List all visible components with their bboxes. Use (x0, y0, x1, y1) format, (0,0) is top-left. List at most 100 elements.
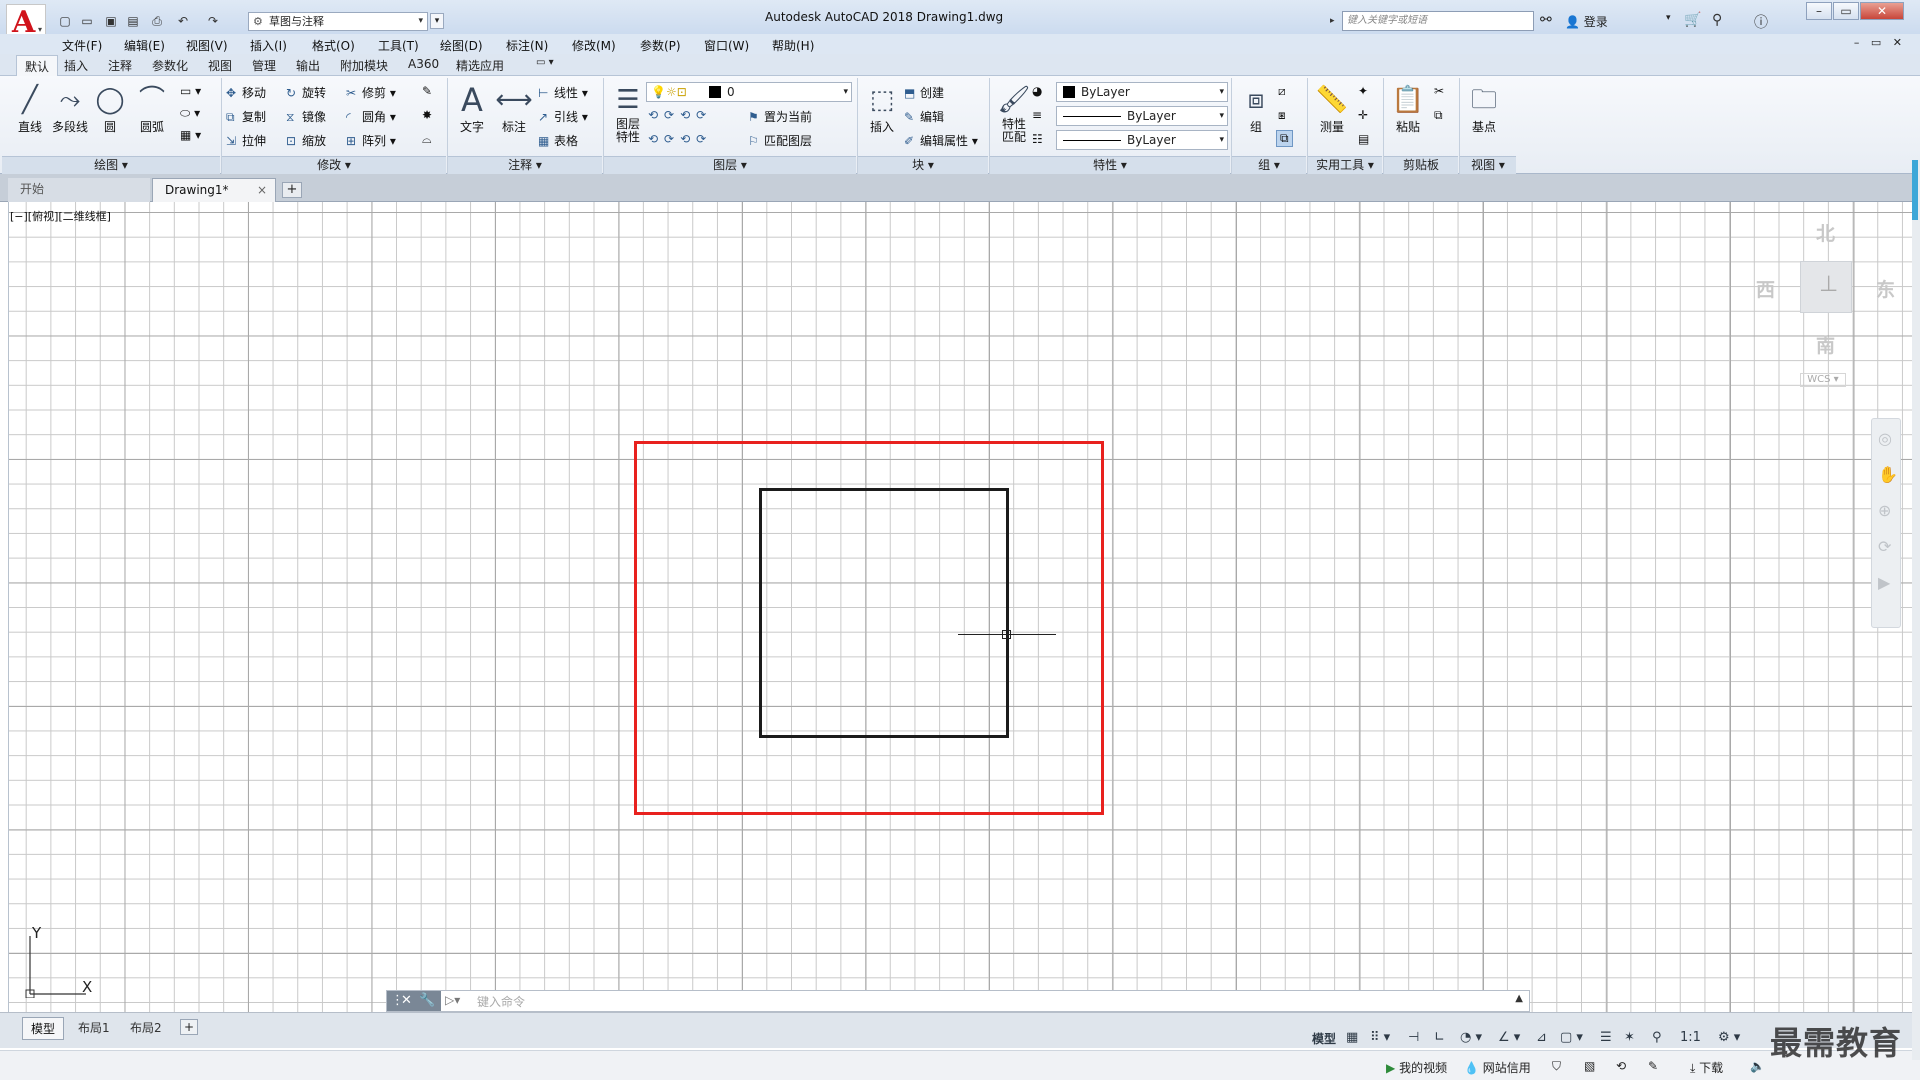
wcs-menu[interactable]: WCS ▾ (1800, 373, 1846, 387)
tab-insert[interactable]: 插入 (64, 57, 88, 74)
layer-properties-button[interactable]: ☰ 图层 特性 (606, 82, 650, 144)
menu-format[interactable]: 格式(O) (312, 37, 355, 54)
object-snap-tracking-icon[interactable]: ∠ ▾ (1498, 1030, 1520, 1045)
erase-icon[interactable]: ✎ (422, 84, 432, 98)
draw-panel-footer[interactable]: 绘图 ▾ (2, 156, 220, 174)
point-icon[interactable]: ✛ (1358, 108, 1368, 122)
my-video-button[interactable]: ▶ 我的视频 (1386, 1059, 1447, 1076)
workspace-select[interactable]: ⚙ 草图与注释 ▾ (248, 12, 428, 31)
utilities-panel-footer[interactable]: 实用工具 ▾ (1308, 156, 1382, 174)
showmotion-icon[interactable]: ▶ (1878, 573, 1890, 592)
save-icon[interactable]: ▣ (102, 13, 120, 29)
sound-icon[interactable]: 🔈 (1750, 1059, 1765, 1073)
text-button[interactable]: A 文字 (450, 82, 494, 135)
tab-a360[interactable]: A360 (408, 57, 439, 71)
customize-quick-access-button[interactable]: ▾ (430, 13, 444, 29)
infer-constraints-icon[interactable]: ⊣ (1408, 1030, 1419, 1045)
tab-parametric[interactable]: 参数化 (152, 57, 188, 74)
table-button[interactable]: ▦ 表格 (538, 132, 578, 149)
tab-featured-apps[interactable]: 精选应用 (456, 57, 504, 74)
menu-window[interactable]: 窗口(W) (704, 37, 749, 54)
ortho-icon[interactable]: ∟ (1434, 1030, 1445, 1045)
leader-button[interactable]: ↗ 引线 ▾ (538, 108, 588, 125)
edit-block-button[interactable]: ✎ 编辑 (904, 108, 944, 125)
status-model-space[interactable]: 模型 (1312, 1030, 1336, 1047)
close-icon[interactable]: × (257, 179, 267, 201)
tab-manage[interactable]: 管理 (252, 57, 276, 74)
block-panel-footer[interactable]: 块 ▾ (858, 156, 988, 174)
wrench-icon[interactable]: 🔧 (419, 993, 435, 1008)
circle-button[interactable]: ◯ 圆 (88, 82, 132, 135)
a360-icon[interactable]: ⚲ (1712, 12, 1722, 28)
array-button[interactable]: ⊞ 阵列 ▾ (346, 132, 396, 149)
layout-tab-2[interactable]: 布局2 (130, 1019, 162, 1036)
line-button[interactable]: ╱ 直线 (8, 82, 52, 135)
black-square[interactable] (759, 488, 1009, 738)
print-icon[interactable]: ⎙ (148, 13, 166, 29)
scrollbar-thumb[interactable] (1912, 160, 1918, 220)
layer-tools-row-1[interactable]: ⟲⟳⟲⟳ (648, 108, 712, 122)
grid-icon[interactable]: ▦ (1346, 1030, 1358, 1045)
tools-icon[interactable]: ✎ (1648, 1059, 1658, 1073)
lineweight-toggle-icon[interactable]: ☰ (1600, 1030, 1612, 1045)
mirror-button[interactable]: ⧖ 镜像 (286, 108, 326, 125)
tab-home[interactable]: 默认 (16, 55, 59, 76)
pan-icon[interactable]: ✋ (1878, 465, 1898, 484)
binoculars-icon[interactable]: ⚯ (1540, 12, 1552, 28)
site-credit-button[interactable]: 💧 网站信用 (1464, 1059, 1531, 1076)
rectangle-icon[interactable]: ▭ ▾ (180, 84, 201, 98)
osnap-icon[interactable]: ⊿ (1536, 1030, 1547, 1045)
polyline-button[interactable]: ⤳ 多段线 (48, 82, 92, 135)
open-file-icon[interactable]: ▭ (78, 13, 96, 29)
close-button[interactable]: ✕ (1860, 2, 1904, 20)
zoom-extents-icon[interactable]: ⊕ (1878, 501, 1891, 520)
dimension-button[interactable]: ⟷ 标注 (492, 82, 536, 135)
tab-annotate[interactable]: 注释 (108, 57, 132, 74)
orbit-icon[interactable]: ⟳ (1878, 537, 1891, 556)
paste-button[interactable]: 📋 粘贴 (1386, 82, 1430, 135)
viewcube-west[interactable]: 西 (1756, 275, 1775, 302)
hatch-icon[interactable]: ▦ ▾ (180, 128, 201, 142)
tab-output[interactable]: 输出 (296, 57, 320, 74)
linetype-select[interactable]: ByLayer ▾ (1056, 106, 1228, 126)
search-input[interactable]: 键入关键字或短语 (1342, 11, 1534, 31)
menu-parametric[interactable]: 参数(P) (640, 37, 681, 54)
color-wheel-icon[interactable]: ◕ (1032, 84, 1042, 98)
tab-view[interactable]: 视图 (208, 57, 232, 74)
chevron-up-icon[interactable]: ▲ (1515, 993, 1523, 1004)
group-edit-icon[interactable]: ⧆ (1278, 108, 1286, 123)
chevron-down-icon[interactable]: ▾ (1666, 13, 1671, 23)
ribbon-minimize-icon[interactable]: ▭ ▾ (536, 57, 554, 68)
edit-attributes-button[interactable]: ✐ 编辑属性 ▾ (904, 132, 978, 149)
new-file-icon[interactable]: ▢ (56, 13, 74, 29)
menu-dimension[interactable]: 标注(N) (506, 37, 548, 54)
redo-icon[interactable]: ↷ (204, 13, 222, 29)
navigation-bar[interactable]: ◎ ✋ ⊕ ⟳ ▶ (1871, 418, 1901, 628)
copy-button[interactable]: ⧉ 复制 (226, 108, 266, 125)
cut-icon[interactable]: ✂ (1434, 84, 1444, 98)
measure-button[interactable]: 📏 测量 (1310, 82, 1354, 135)
modify-panel-footer[interactable]: 修改 ▾ (222, 156, 446, 174)
layers-panel-footer[interactable]: 图层 ▾ (604, 156, 856, 174)
viewport-controls-label[interactable]: [−][俯视][二维线框] (10, 208, 111, 224)
cart-icon[interactable]: 🛒 (1684, 12, 1701, 28)
color-select[interactable]: ByLayer ▾ (1056, 82, 1228, 102)
group-button[interactable]: ⧈ 组 (1234, 82, 1278, 135)
minimize-button[interactable]: – (1806, 2, 1832, 20)
close-icon[interactable]: ✕ (401, 993, 412, 1008)
lineweight-select[interactable]: ByLayer ▾ (1056, 130, 1228, 150)
lineweight-icon[interactable]: ≡ (1032, 108, 1042, 122)
ungroup-icon[interactable]: ⧄ (1278, 84, 1286, 99)
command-prompt-icon[interactable]: ▷▾ (445, 993, 460, 1007)
menu-modify[interactable]: 修改(M) (572, 37, 616, 54)
steering-wheel-icon[interactable]: ◎ (1878, 429, 1892, 448)
match-properties-button[interactable]: 🖌 特性 匹配 (992, 82, 1036, 144)
viewcube-south[interactable]: 南 (1816, 331, 1835, 358)
calculator-icon[interactable]: ▤ (1358, 132, 1369, 146)
base-view-button[interactable]: 🗀 基点 (1462, 82, 1506, 135)
rotate-button[interactable]: ↻ 旋转 (286, 84, 326, 101)
shield-icon[interactable]: ⛉ (1552, 1059, 1561, 1074)
download-button[interactable]: ⤓ 下载 (1690, 1059, 1723, 1076)
workspace-switch-icon[interactable]: ⚙ ▾ (1718, 1030, 1740, 1045)
viewcube-top-face[interactable]: ⊥ (1800, 261, 1852, 313)
